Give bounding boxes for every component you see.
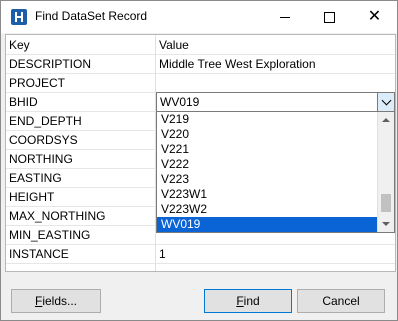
row-key: PROJECT xyxy=(9,76,66,90)
window-title: Find DataSet Record xyxy=(35,9,148,23)
dropdown-option-selected[interactable]: WV019 xyxy=(157,217,382,232)
minimize-icon xyxy=(279,16,290,18)
dataset-app-icon xyxy=(11,9,27,25)
row-key: NORTHING xyxy=(9,152,73,166)
row-key: COORDSYS xyxy=(9,133,78,147)
row-value[interactable]: Middle Tree West Exploration xyxy=(159,57,379,71)
close-button[interactable]: ✕ xyxy=(352,1,397,33)
row-key: HEIGHT xyxy=(9,190,55,204)
dropdown-option[interactable]: V220 xyxy=(157,127,382,142)
find-button[interactable]: Find xyxy=(204,289,292,313)
grid-header: Key Value xyxy=(6,35,395,55)
row-key: END_DEPTH xyxy=(9,114,82,128)
find-dataset-dialog: Find DataSet Record ✕ Key Value DESCRIPT… xyxy=(0,0,398,321)
dropdown-option[interactable]: V219 xyxy=(157,112,382,127)
row-value[interactable]: 1 xyxy=(159,247,379,261)
bhid-dropdown-button[interactable] xyxy=(377,93,394,111)
property-grid: Key Value DESCRIPTION Middle Tree West Ex… xyxy=(5,34,396,272)
fields-button-mnemonic: F xyxy=(34,294,43,308)
fields-button[interactable]: Fields... xyxy=(11,289,101,313)
cancel-button-label: Cancel xyxy=(322,294,360,308)
grid-row[interactable]: DESCRIPTION Middle Tree West Exploration xyxy=(6,54,395,74)
chevron-down-icon xyxy=(382,222,390,226)
find-button-label: ind xyxy=(243,294,260,308)
grid-row[interactable]: PROJECT xyxy=(6,73,395,93)
dropdown-option[interactable]: V223W1 xyxy=(157,187,382,202)
grid-row[interactable]: INSTANCE 1 xyxy=(6,244,395,264)
row-key: MAX_NORTHING xyxy=(9,209,106,223)
bhid-combobox-value: WV019 xyxy=(160,95,200,109)
dropdown-option[interactable]: V221 xyxy=(157,142,382,157)
maximize-icon xyxy=(324,11,335,23)
key-column-header: Key xyxy=(9,38,30,52)
chevron-down-icon xyxy=(381,95,391,106)
title-bar: Find DataSet Record ✕ xyxy=(1,1,397,33)
row-key: INSTANCE xyxy=(9,247,69,261)
dropdown-option[interactable]: V223W2 xyxy=(157,202,382,217)
value-column-header: Value xyxy=(159,38,189,52)
scroll-thumb[interactable] xyxy=(381,194,391,212)
row-key: BHID xyxy=(9,95,38,109)
row-key: MIN_EASTING xyxy=(9,228,91,242)
scroll-up-button[interactable] xyxy=(378,112,394,128)
bhid-combobox[interactable]: WV019 xyxy=(156,92,395,112)
fields-button-label: ields... xyxy=(42,294,78,308)
bhid-dropdown-list[interactable]: V219 V220 V221 V222 V223 V223W1 V223W2 W… xyxy=(156,111,395,233)
maximize-button[interactable] xyxy=(307,1,352,33)
scroll-down-button[interactable] xyxy=(378,216,394,232)
dropdown-option[interactable]: V222 xyxy=(157,157,382,172)
chevron-up-icon xyxy=(382,118,390,122)
cancel-button[interactable]: Cancel xyxy=(297,289,385,313)
row-key: EASTING xyxy=(9,171,62,185)
row-key: DESCRIPTION xyxy=(9,57,92,71)
find-button-mnemonic: F xyxy=(236,294,244,308)
dropdown-scrollbar[interactable] xyxy=(377,112,394,232)
close-icon: ✕ xyxy=(367,8,382,25)
dropdown-option[interactable]: V223 xyxy=(157,172,382,187)
minimize-button[interactable] xyxy=(262,1,307,33)
